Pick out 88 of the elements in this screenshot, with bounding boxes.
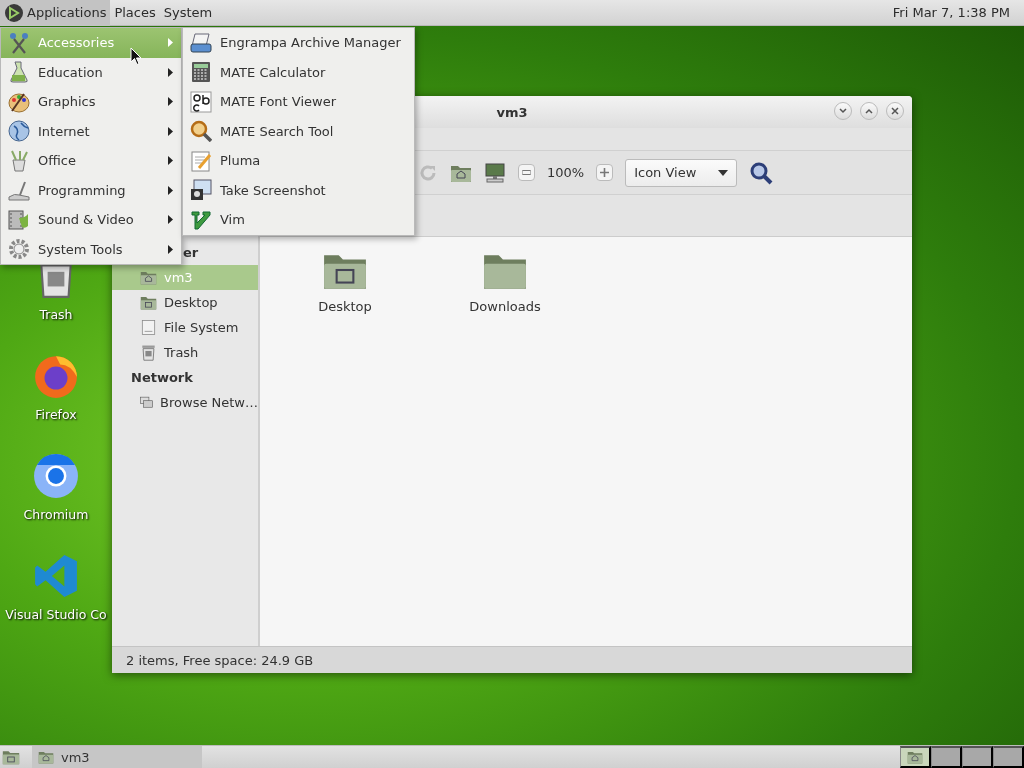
film-icon (8, 208, 30, 231)
brush-cup-icon (8, 149, 30, 172)
caret-icon (718, 169, 729, 176)
close-icon (891, 107, 899, 115)
sidebar-item[interactable]: File System (112, 315, 258, 340)
home-folder-icon (38, 749, 54, 765)
reload-icon (418, 162, 438, 183)
workspace-button[interactable] (993, 746, 1024, 768)
font-sample-icon (190, 90, 212, 113)
clock-text: Fri Mar 7, 1:38 PM (892, 5, 1011, 20)
flask-icon (8, 61, 30, 84)
submenu-arrow-icon (168, 156, 173, 166)
trash-icon (140, 344, 157, 361)
drive-icon (140, 319, 157, 336)
minimize-button[interactable] (834, 102, 852, 120)
menu-item[interactable]: System Tools (1, 234, 181, 264)
computer-button[interactable] (484, 162, 506, 183)
vim-logo-icon (190, 208, 212, 231)
workspace-button[interactable] (900, 746, 931, 768)
maximize-button[interactable] (860, 102, 878, 120)
browser-logo-icon (33, 453, 79, 499)
sidebar-item[interactable]: Browse Netw… (112, 390, 258, 415)
desktop-folder-icon (2, 748, 20, 766)
workspace-button[interactable] (931, 746, 962, 768)
network-icon (140, 394, 154, 411)
globe-icon (8, 120, 30, 143)
search-icon (749, 160, 774, 185)
menu-item[interactable]: Pluma (183, 146, 414, 176)
zoom-in-button[interactable] (596, 164, 614, 181)
minus-icon (522, 170, 531, 175)
menu-item[interactable]: Internet (1, 116, 181, 146)
panel-menu[interactable]: Applications (0, 0, 111, 26)
menu-item[interactable]: MATE Calculator (183, 57, 414, 87)
window-thumbnail-icon (907, 749, 923, 765)
taskbar-button[interactable]: vm3 (32, 746, 202, 768)
gear-icon (8, 238, 30, 261)
chevron-down-icon (839, 108, 847, 114)
file-item[interactable]: Desktop (265, 247, 425, 314)
zoom-out-button[interactable] (518, 164, 535, 181)
submenu-arrow-icon (168, 126, 173, 136)
menu-item[interactable]: Graphics (1, 87, 181, 117)
menu-item[interactable]: MATE Font Viewer (183, 87, 414, 117)
browser-logo-icon (33, 353, 79, 399)
drafting-tool-icon (8, 179, 30, 202)
menu-item[interactable]: MATE Search Tool (183, 116, 414, 146)
computer-icon (484, 162, 506, 183)
archive-icon (190, 31, 212, 54)
sidebar-heading: er (183, 244, 199, 262)
view-dropdown[interactable]: Icon View (625, 158, 738, 187)
scissors-icon (8, 31, 30, 54)
menu-item[interactable]: Programming (1, 175, 181, 205)
file-item[interactable]: Downloads (425, 247, 585, 314)
menu-item[interactable]: Education (1, 57, 181, 87)
sidebar-item[interactable]: Trash (112, 340, 258, 365)
menu-item[interactable]: Sound & Video (1, 205, 181, 235)
chevron-up-icon (865, 108, 873, 114)
menu-item[interactable]: Vim (183, 205, 414, 235)
desktop-folder-icon (140, 294, 157, 311)
panel-menu[interactable]: Places (110, 0, 160, 26)
calculator-icon (190, 61, 212, 84)
menu-item[interactable]: Office (1, 146, 181, 176)
mouse-pointer-icon (130, 47, 142, 66)
panel-menu[interactable]: System (159, 0, 217, 26)
screenshot-icon (190, 179, 212, 202)
submenu-arrow-icon (168, 38, 173, 48)
sidebar-heading: Network (131, 369, 193, 387)
menu-item[interactable]: Take Screenshot (183, 175, 414, 205)
search-icon (190, 120, 212, 143)
submenu-arrow-icon (168, 97, 173, 107)
palette-icon (8, 90, 30, 113)
plus-icon (600, 168, 610, 177)
code-editor-logo-icon (33, 553, 79, 599)
status-text: 2 items, Free space: 24.9 GB (126, 652, 314, 668)
home-folder-icon (140, 269, 157, 286)
close-button[interactable] (886, 102, 904, 120)
window-title: vm3 (496, 104, 528, 120)
search-button[interactable] (749, 160, 774, 185)
workspace-switcher[interactable] (900, 746, 1024, 768)
submenu-arrow-icon (168, 215, 173, 225)
distro-logo-icon (4, 2, 24, 23)
sidebar-item[interactable]: Desktop (112, 290, 258, 315)
submenu-arrow-icon (168, 185, 173, 195)
workspace-button[interactable] (962, 746, 993, 768)
zoom-level-text: 100% (547, 165, 585, 180)
submenu-arrow-icon (168, 67, 173, 77)
text-editor-icon (190, 149, 212, 172)
menu-item[interactable]: Engrampa Archive Manager (183, 28, 414, 58)
submenu-arrow-icon (168, 244, 173, 254)
